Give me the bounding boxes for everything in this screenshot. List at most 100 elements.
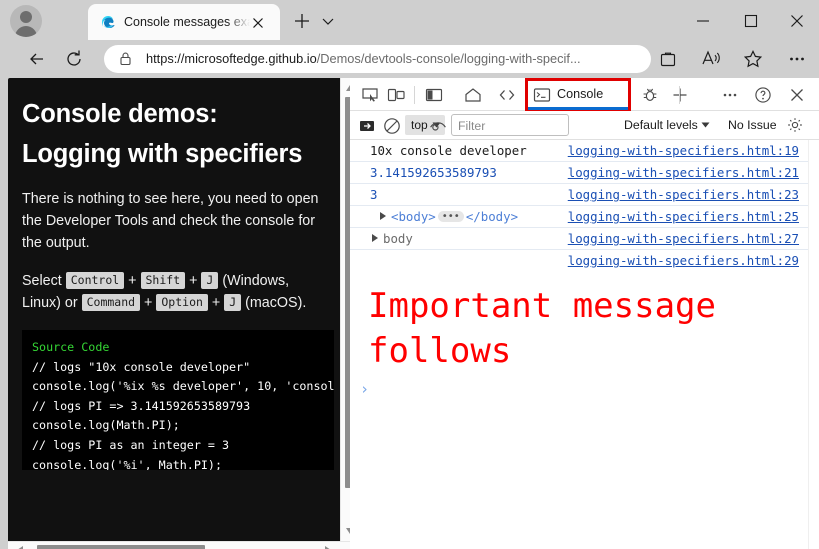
devtools-panel: Console top Filter Default levels No Iss…: [350, 78, 819, 549]
tab-console-label: Console: [557, 87, 604, 101]
console-row[interactable]: 3 logging-with-specifiers.html:23: [350, 184, 808, 206]
console-row[interactable]: <body> ••• </body> logging-with-specifiers…: [350, 206, 808, 228]
device-emulation-icon[interactable]: [386, 85, 406, 105]
back-arrow-icon[interactable]: [26, 48, 48, 70]
plus-icon[interactable]: [291, 10, 313, 32]
more-options-ellipsis-icon[interactable]: [720, 85, 740, 105]
tab-console[interactable]: Console: [527, 80, 629, 110]
console-terminal-icon: [533, 86, 551, 104]
console-vertical-scrollbar[interactable]: [808, 140, 819, 549]
expand-triangle-icon[interactable]: [372, 234, 378, 242]
eye-icon[interactable]: [428, 116, 448, 136]
chevron-down-icon: [701, 122, 710, 128]
dock-side-icon[interactable]: [424, 85, 444, 105]
page-title: Console demos: Logging with specifiers: [22, 100, 303, 168]
browser-window: Console messages examples: Logging with …: [0, 0, 819, 549]
welcome-home-icon[interactable]: [463, 85, 483, 105]
console-source-link[interactable]: logging-with-specifiers.html:21: [568, 162, 799, 184]
star-icon[interactable]: [742, 48, 764, 70]
key-j-mac: J: [224, 294, 242, 311]
close-icon[interactable]: [248, 13, 268, 33]
console-source-link[interactable]: logging-with-specifiers.html:25: [568, 206, 799, 228]
collections-icon[interactable]: [658, 49, 678, 69]
more-tools-plus-icon[interactable]: [670, 85, 690, 105]
toolbar-divider-2: [679, 86, 680, 104]
page-hscroll-thumb[interactable]: [37, 545, 205, 549]
console-message-text: 10x console developer: [370, 143, 527, 158]
url-origin: https://microsoftedge.github.io: [146, 51, 317, 66]
context-value: top: [411, 118, 428, 132]
browser-tab[interactable]: Console messages examples: Logging with …: [88, 4, 280, 40]
styled-console-message: Important message follows: [368, 286, 716, 371]
code-line-5: console.log('%i', Math.PI);: [32, 457, 222, 470]
issues-counter[interactable]: No Issues: [728, 116, 776, 134]
code-line-4: // logs PI as an integer = 3: [32, 437, 230, 452]
navigation-toolbar: https://microsoftedge.github.io/Demos/de…: [0, 40, 819, 78]
console-prompt-caret[interactable]: ›: [360, 380, 369, 398]
inspect-element-icon[interactable]: [360, 85, 380, 105]
key-option: Option: [156, 294, 208, 311]
page-content: Console demos: Logging with specifiers T…: [8, 78, 334, 541]
shortcut-lead: Select: [22, 273, 62, 289]
close-icon[interactable]: [786, 10, 808, 32]
page-horizontal-scrollbar[interactable]: [8, 541, 350, 549]
console-toolbar: top Filter Default levels No Issue: [350, 111, 819, 140]
filter-placeholder: Filter: [458, 119, 486, 133]
content-area: Console demos: Logging with specifiers T…: [0, 78, 819, 549]
log-levels-select[interactable]: Default levels: [624, 116, 710, 134]
tab-title: Console messages examples: Logging with …: [124, 15, 250, 29]
key-control: Control: [65, 272, 125, 289]
source-code-block: Source Code // logs "10x console develop…: [22, 330, 334, 470]
url-text[interactable]: https://microsoftedge.github.io/Demos/de…: [146, 50, 624, 68]
key-j-win: J: [201, 272, 219, 289]
open-tag: <body>: [391, 209, 436, 224]
page-vertical-scrollbar[interactable]: [340, 78, 350, 541]
avatar-head: [20, 11, 32, 23]
console-row[interactable]: body logging-with-specifiers.html:27: [350, 228, 808, 250]
maximize-icon[interactable]: [740, 10, 762, 32]
key-command: Command: [81, 294, 141, 311]
close-devtools-icon[interactable]: [787, 85, 807, 105]
gear-icon[interactable]: [785, 115, 805, 135]
clear-console-icon[interactable]: [357, 116, 377, 136]
console-row[interactable]: 10x console developer logging-with-speci…: [350, 140, 808, 162]
reload-icon[interactable]: [63, 48, 85, 70]
minimize-icon[interactable]: [692, 10, 714, 32]
console-dom-object: body: [372, 228, 413, 250]
chevron-down-icon[interactable]: [319, 12, 337, 30]
page-paragraph: There is nothing to see here, you need t…: [22, 191, 319, 251]
log-levels-label: Default levels: [624, 118, 698, 132]
code-line-0: // logs "10x console developer": [32, 359, 251, 374]
console-source-link[interactable]: logging-with-specifiers.html:19: [568, 140, 799, 162]
code-line-2: // logs PI => 3.141592653589793: [32, 398, 251, 413]
shortcut-instructions: Select Control + Shift + J (Windows, Lin…: [22, 272, 307, 311]
title-bar: Console messages examples: Logging with …: [0, 0, 819, 40]
ellipsis-icon[interactable]: [786, 48, 808, 70]
devtools-tab-bar: Console: [350, 78, 819, 113]
code-line-1: console.log('%ix %s developer', 10, 'con…: [32, 379, 334, 394]
web-page-pane: Console demos: Logging with specifiers T…: [8, 78, 350, 541]
read-aloud-icon[interactable]: [700, 48, 722, 70]
lock-icon[interactable]: [118, 51, 133, 67]
address-bar[interactable]: https://microsoftedge.github.io/Demos/de…: [104, 45, 651, 73]
console-row[interactable]: logging-with-specifiers.html:29: [350, 250, 808, 272]
console-row[interactable]: 3.141592653589793 logging-with-specifier…: [350, 162, 808, 184]
no-entry-icon[interactable]: [382, 116, 402, 136]
elements-code-icon[interactable]: [497, 85, 517, 105]
help-question-icon[interactable]: [753, 85, 773, 105]
issues-bug-icon[interactable]: [640, 85, 660, 105]
console-source-link[interactable]: logging-with-specifiers.html:27: [568, 228, 799, 250]
scroll-right-arrow-icon[interactable]: [324, 545, 332, 549]
active-tab-underline: [527, 107, 629, 110]
expand-triangle-icon[interactable]: [380, 212, 386, 220]
console-message-list[interactable]: 10x console developer logging-with-speci…: [350, 140, 808, 549]
console-source-link[interactable]: logging-with-specifiers.html:23: [568, 184, 799, 206]
account-avatar-icon[interactable]: [10, 5, 42, 37]
console-message-text: 3.141592653589793: [370, 165, 497, 180]
collapsed-children-badge[interactable]: •••: [437, 211, 464, 222]
console-source-link[interactable]: logging-with-specifiers.html:29: [568, 250, 799, 272]
filter-input[interactable]: Filter: [451, 114, 569, 136]
scroll-left-arrow-icon[interactable]: [16, 545, 24, 549]
url-path: /Demos/devtools-console/logging-with-spe…: [316, 51, 581, 66]
source-code-header: Source Code: [32, 340, 110, 354]
